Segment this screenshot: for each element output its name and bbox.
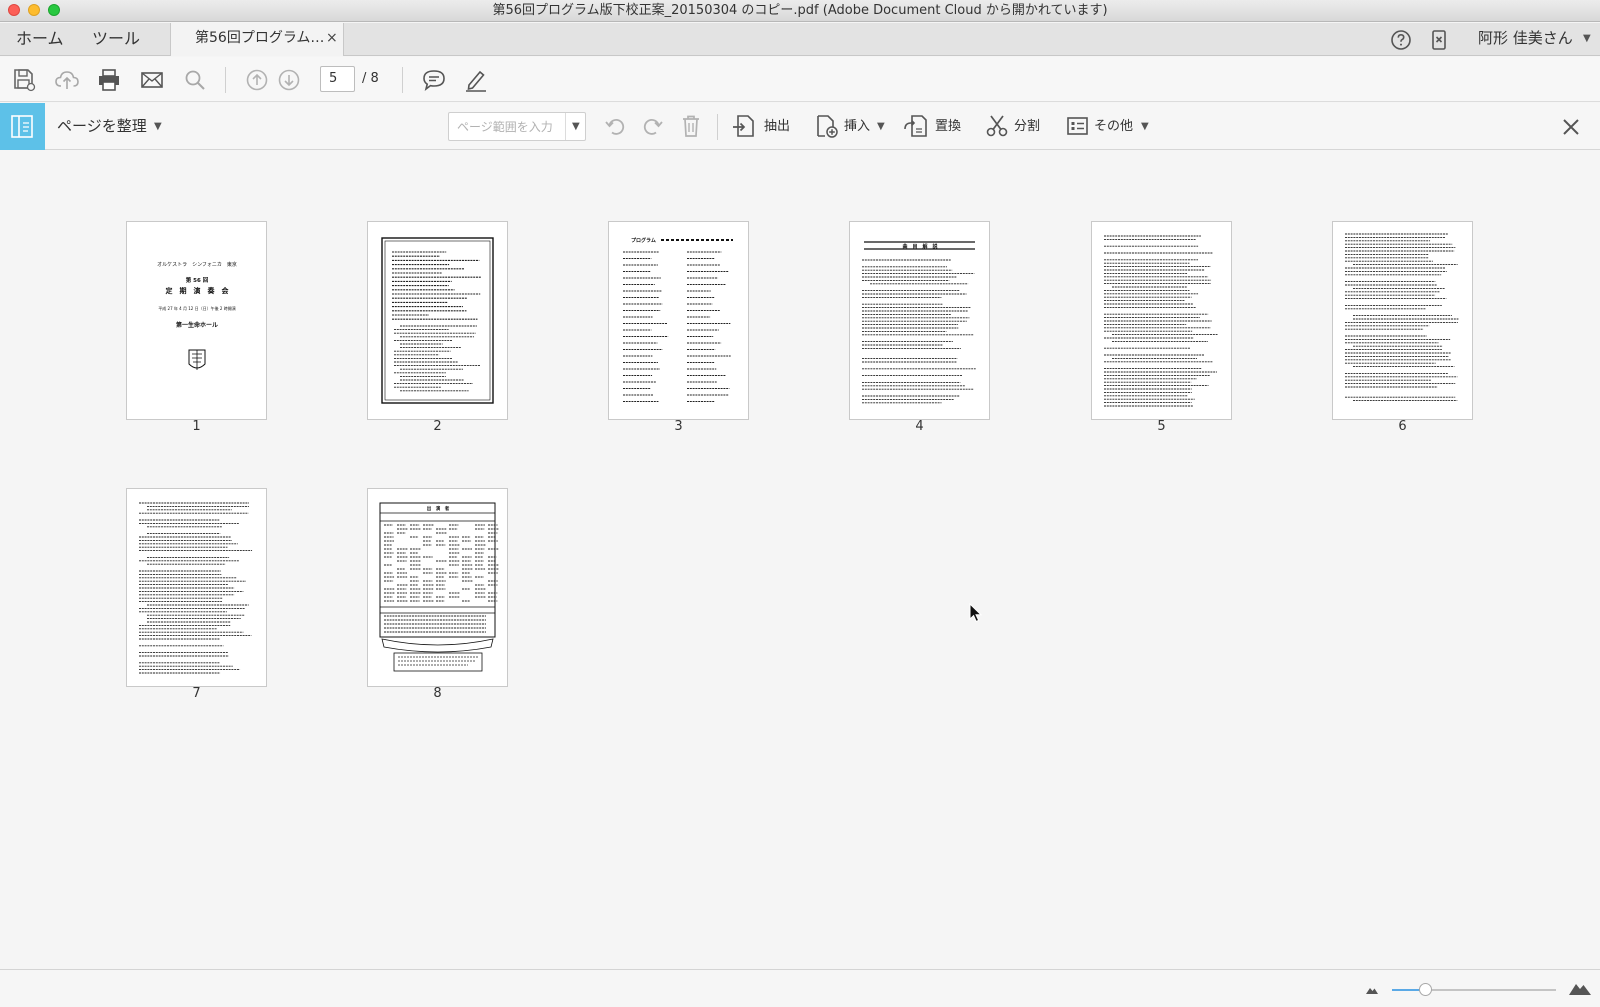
print-icon[interactable] (96, 67, 122, 93)
insert-button[interactable]: 挿入 (844, 103, 870, 150)
next-page-icon[interactable] (276, 67, 302, 93)
svg-text:第一生命ホール: 第一生命ホール (175, 321, 218, 329)
page-number-label: 7 (192, 686, 201, 701)
organize-pages-tool-button[interactable] (0, 103, 45, 150)
tab-document[interactable]: 第56回プログラム… × (170, 23, 344, 56)
split-scissors-icon[interactable] (984, 113, 1010, 139)
save-icon[interactable] (11, 67, 37, 93)
search-icon[interactable] (182, 67, 208, 93)
tab-home[interactable]: ホーム (16, 23, 64, 56)
extract-button[interactable]: 抽出 (764, 103, 790, 150)
sign-pen-icon[interactable] (463, 67, 489, 93)
zoom-out-mountain-icon[interactable] (1365, 982, 1379, 996)
toolbar-divider (402, 67, 403, 93)
page-range-dropdown[interactable]: ▼ (565, 113, 585, 140)
page-range-select[interactable]: ▼ (448, 112, 586, 141)
svg-text:平成 27 年 4 月 12 日（日）午後 2 時開演: 平成 27 年 4 月 12 日（日）午後 2 時開演 (158, 305, 235, 311)
organize-pages-toolbar: ページを整理 ▼ ▼ 抽出 挿入 ▼ 置換 (0, 103, 1600, 150)
organize-pages-label[interactable]: ページを整理 (57, 103, 147, 149)
status-bar (0, 969, 1600, 1007)
svg-text:プログラム: プログラム (631, 237, 656, 244)
window-zoom-button[interactable] (48, 4, 60, 16)
toolbar-divider (225, 67, 226, 93)
zoom-slider-thumb[interactable] (1418, 983, 1432, 996)
page-thumbnail-7[interactable] (126, 488, 267, 687)
page-thumbnails-area: オルケストラ シンフォニカ 東京 第 56 回 定 期 演 奏 会 平成 27 … (0, 151, 1600, 969)
email-icon[interactable] (139, 67, 165, 93)
replace-icon[interactable] (903, 113, 929, 139)
tab-bar: ホーム ツール 第56回プログラム… × 阿形 佳美さん ▼ (0, 23, 1600, 56)
page-8-preview: 出 演 者 (379, 502, 499, 672)
toolbar-divider (717, 114, 718, 140)
extract-icon[interactable] (731, 113, 757, 139)
insert-chevron-down-icon[interactable]: ▼ (877, 121, 885, 132)
page-thumbnail-4[interactable]: 曲 目 解 説 (849, 221, 990, 420)
tab-tools[interactable]: ツール (92, 23, 140, 56)
page-number-label: 4 (915, 419, 924, 434)
chevron-down-icon: ▼ (572, 121, 580, 132)
more-chevron-down-icon[interactable]: ▼ (1141, 121, 1149, 132)
svg-text:オルケストラ シンフォニカ 東京: オルケストラ シンフォニカ 東京 (157, 261, 237, 268)
svg-text:出 演 者: 出 演 者 (427, 505, 450, 512)
help-icon[interactable] (1390, 29, 1412, 51)
page-thumbnail-1[interactable]: オルケストラ シンフォニカ 東京 第 56 回 定 期 演 奏 会 平成 27 … (126, 221, 267, 420)
main-toolbar: 5 / 8 (0, 57, 1600, 102)
page-number-label: 2 (433, 419, 442, 434)
page-5-preview (1104, 235, 1218, 407)
page-number-label: 5 (1157, 419, 1166, 434)
rotate-left-icon[interactable] (602, 113, 628, 139)
page-number-label: 1 (192, 419, 201, 434)
mobile-link-icon[interactable] (1428, 29, 1450, 51)
mouse-pointer-icon (969, 603, 983, 623)
svg-text:定 期 演 奏 会: 定 期 演 奏 会 (166, 286, 230, 295)
zoom-in-mountain-icon[interactable] (1568, 977, 1592, 997)
window-close-button[interactable] (8, 4, 20, 16)
page-thumbnail-2[interactable] (367, 221, 508, 420)
page-number-label: 6 (1398, 419, 1407, 434)
organize-chevron-down-icon[interactable]: ▼ (154, 121, 162, 132)
insert-icon[interactable] (813, 113, 839, 139)
previous-page-icon[interactable] (244, 67, 270, 93)
page-thumbnail-3[interactable]: プログラム (608, 221, 749, 420)
tab-close-icon[interactable]: × (326, 23, 338, 54)
page-range-input[interactable] (449, 113, 564, 140)
svg-text:曲 目 解 説: 曲 目 解 説 (902, 243, 937, 250)
page-number-input[interactable]: 5 (320, 66, 355, 92)
svg-text:第 56 回: 第 56 回 (186, 276, 209, 284)
window-title: 第56回プログラム版下校正案_20150304 のコピー.pdf (Adobe … (492, 3, 1108, 18)
organize-pages-icon (11, 115, 33, 138)
page-2-preview (381, 237, 494, 404)
more-options-icon[interactable] (1065, 113, 1091, 139)
tab-document-label: 第56回プログラム… (195, 30, 325, 46)
account-chevron-down-icon[interactable]: ▼ (1583, 33, 1591, 44)
zoom-slider[interactable] (1392, 983, 1556, 996)
window-minimize-button[interactable] (28, 4, 40, 16)
replace-button[interactable]: 置換 (935, 103, 961, 150)
page-thumbnail-5[interactable] (1091, 221, 1232, 420)
cloud-upload-icon[interactable] (54, 67, 80, 93)
page-4-preview: 曲 目 解 説 (862, 241, 976, 404)
close-icon[interactable] (1559, 115, 1583, 139)
delete-trash-icon[interactable] (678, 113, 704, 139)
window-titlebar: 第56回プログラム版下校正案_20150304 のコピー.pdf (Adobe … (0, 0, 1600, 22)
page-1-preview: オルケストラ シンフォニカ 東京 第 56 回 定 期 演 奏 会 平成 27 … (157, 261, 237, 370)
page-thumbnail-6[interactable] (1332, 221, 1473, 420)
split-button[interactable]: 分割 (1014, 103, 1040, 150)
more-button[interactable]: その他 (1094, 103, 1133, 150)
page-number-label: 8 (433, 686, 442, 701)
rotate-right-icon[interactable] (640, 113, 666, 139)
comment-icon[interactable] (421, 67, 447, 93)
page-7-preview (139, 502, 253, 674)
page-3-preview: プログラム (623, 237, 733, 402)
page-number-label: 3 (674, 419, 683, 434)
page-total: / 8 (362, 71, 379, 86)
page-6-preview (1345, 233, 1459, 402)
account-name[interactable]: 阿形 佳美さん (1478, 23, 1573, 54)
page-thumbnail-8[interactable]: 出 演 者 (367, 488, 508, 687)
